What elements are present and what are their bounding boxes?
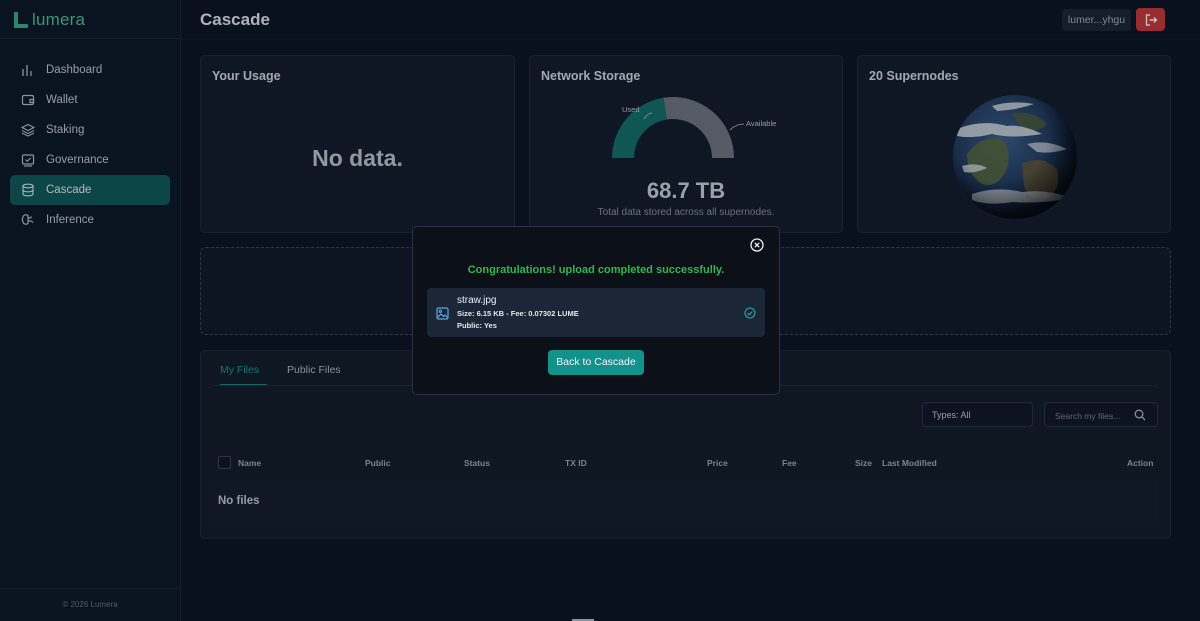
- image-file-icon: [436, 307, 449, 320]
- uploaded-file-meta: Size: 6.15 KB - Fee: 0.07302 LUME: [457, 309, 579, 318]
- upload-success-modal: Congratulations! upload completed succes…: [412, 226, 780, 395]
- upload-success-message: Congratulations! upload completed succes…: [467, 264, 725, 276]
- check-circle-icon: [744, 307, 756, 319]
- uploaded-file-public: Public: Yes: [457, 321, 497, 330]
- uploaded-file-name: straw.jpg: [457, 295, 497, 306]
- uploaded-file-card: straw.jpg Size: 6.15 KB - Fee: 0.07302 L…: [427, 288, 765, 337]
- back-to-cascade-button[interactable]: Back to Cascade: [548, 350, 644, 375]
- close-icon[interactable]: [750, 238, 764, 252]
